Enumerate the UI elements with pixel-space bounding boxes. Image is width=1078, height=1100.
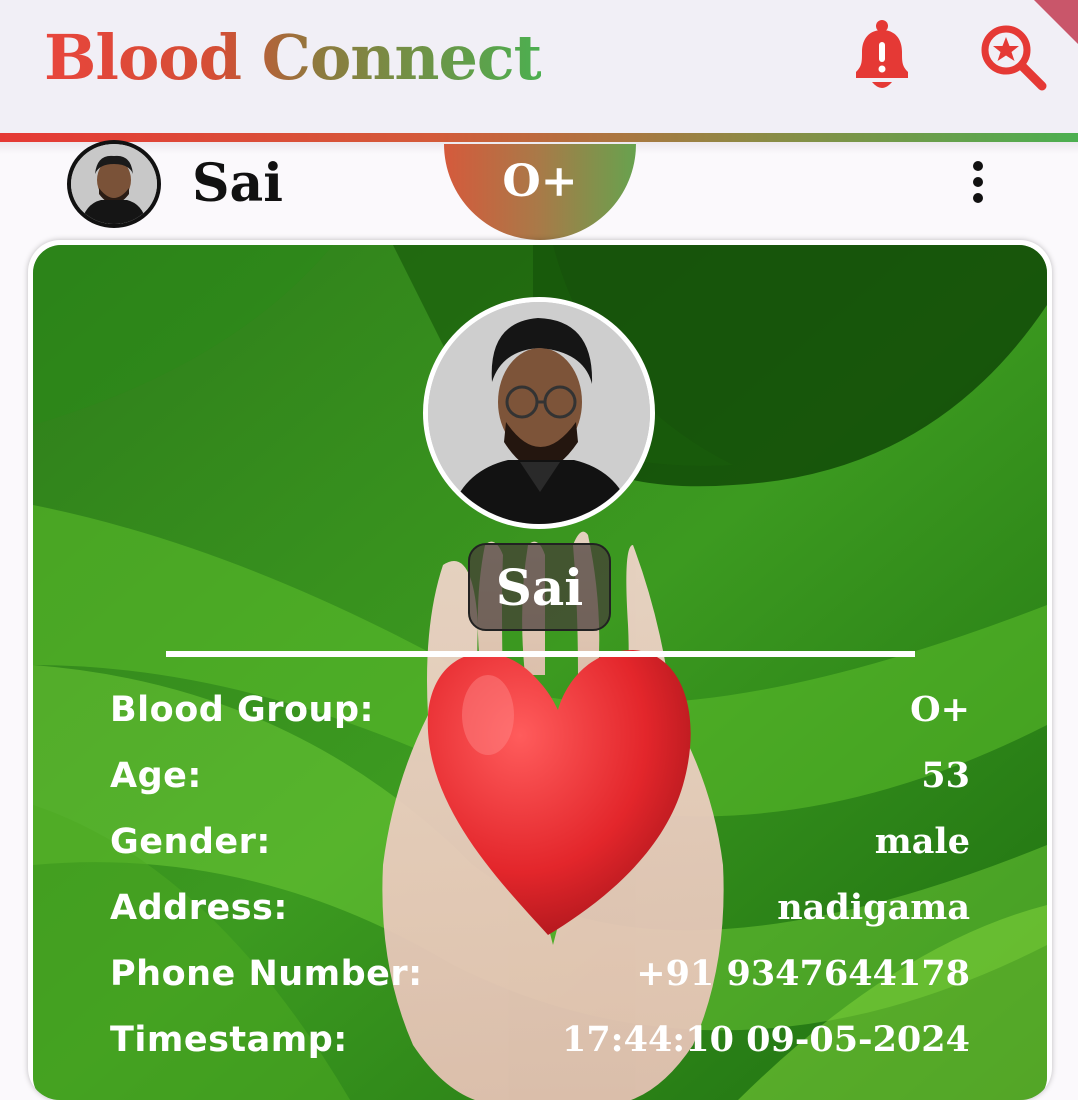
more-vertical-icon bbox=[973, 161, 983, 203]
detail-label: Gender: bbox=[110, 822, 271, 862]
blood-group-badge: O+ bbox=[444, 144, 636, 240]
detail-value: 53 bbox=[921, 755, 970, 796]
header-divider bbox=[0, 133, 1078, 142]
bell-alert-icon bbox=[856, 20, 908, 88]
blood-group-badge-label: O+ bbox=[502, 156, 578, 207]
poster-avatar[interactable] bbox=[67, 140, 161, 228]
donor-name: Sai bbox=[495, 558, 584, 617]
detail-value: 17:44:10 09-05-2024 bbox=[561, 1019, 970, 1060]
app-bar: Blood Connect bbox=[0, 0, 1078, 133]
corner-accent bbox=[1034, 0, 1078, 44]
detail-row-blood-group: Blood Group: O+ bbox=[110, 684, 970, 736]
detail-label: Address: bbox=[110, 888, 288, 928]
donor-avatar[interactable] bbox=[423, 297, 655, 529]
detail-row-timestamp: Timestamp: 17:44:10 09-05-2024 bbox=[110, 1014, 970, 1066]
detail-row-address: Address: nadigama bbox=[110, 882, 970, 934]
more-options-button[interactable] bbox=[962, 158, 994, 206]
detail-value: O+ bbox=[910, 689, 970, 730]
poster-name[interactable]: Sai bbox=[192, 148, 283, 220]
notification-button[interactable] bbox=[848, 18, 916, 98]
detail-label: Blood Group: bbox=[110, 690, 375, 730]
detail-value: male bbox=[874, 821, 970, 862]
detail-value[interactable]: +91 9347644178 bbox=[636, 948, 970, 1000]
donor-name-badge: Sai bbox=[468, 543, 611, 631]
detail-label: Phone Number: bbox=[110, 954, 423, 994]
detail-row-phone: Phone Number: +91 9347644178 bbox=[110, 948, 970, 1000]
detail-row-gender: Gender: male bbox=[110, 816, 970, 868]
detail-row-age: Age: 53 bbox=[110, 750, 970, 802]
detail-label: Timestamp: bbox=[110, 1020, 348, 1060]
name-divider bbox=[166, 651, 915, 657]
detail-label: Age: bbox=[110, 756, 202, 796]
app-title: Blood Connect bbox=[44, 18, 542, 98]
detail-value: nadigama bbox=[777, 887, 970, 928]
